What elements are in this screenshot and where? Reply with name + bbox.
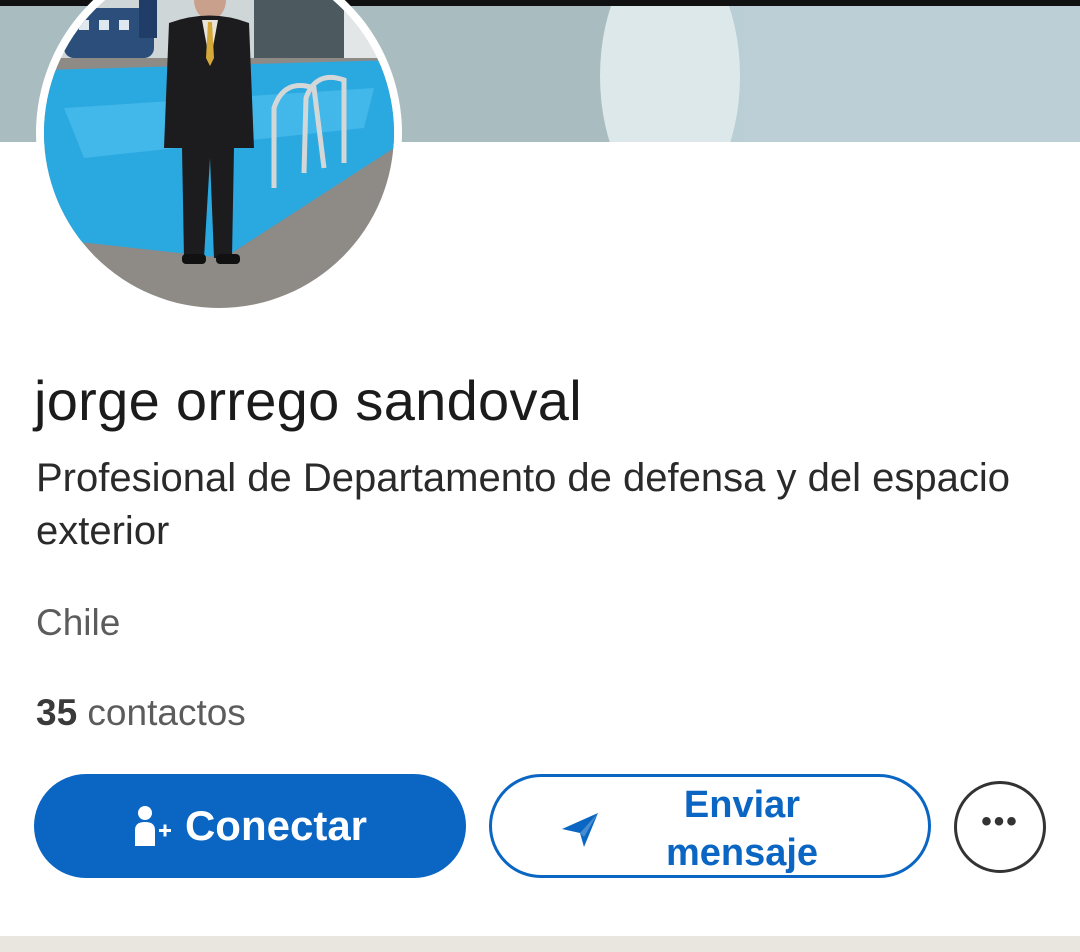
profile-location: Chile [36, 602, 121, 643]
section-divider [0, 936, 1080, 952]
profile-avatar[interactable] [36, 0, 402, 316]
connections-count: 35 [36, 692, 78, 733]
connect-button[interactable]: Conectar [34, 774, 466, 878]
profile-headline: Profesional de Departamento de defensa y… [36, 456, 1010, 553]
more-options-button[interactable]: ••• [954, 781, 1046, 873]
send-icon [562, 813, 598, 847]
connections-label: contactos [77, 692, 246, 733]
profile-page: jorge orrego sandoval Profesional de Dep… [0, 0, 1080, 952]
add-person-icon [134, 806, 171, 846]
avatar-photo [44, 0, 394, 308]
connect-label: Conectar [184, 802, 368, 849]
send-message-label: Enviar mensaje [665, 784, 819, 874]
send-message-button[interactable]: Enviar mensaje [489, 774, 931, 878]
connections-link[interactable]: 35 contactos [36, 692, 246, 734]
profile-name: jorge orrego sandoval [34, 369, 582, 432]
more-options-icon: ••• [981, 805, 1019, 838]
